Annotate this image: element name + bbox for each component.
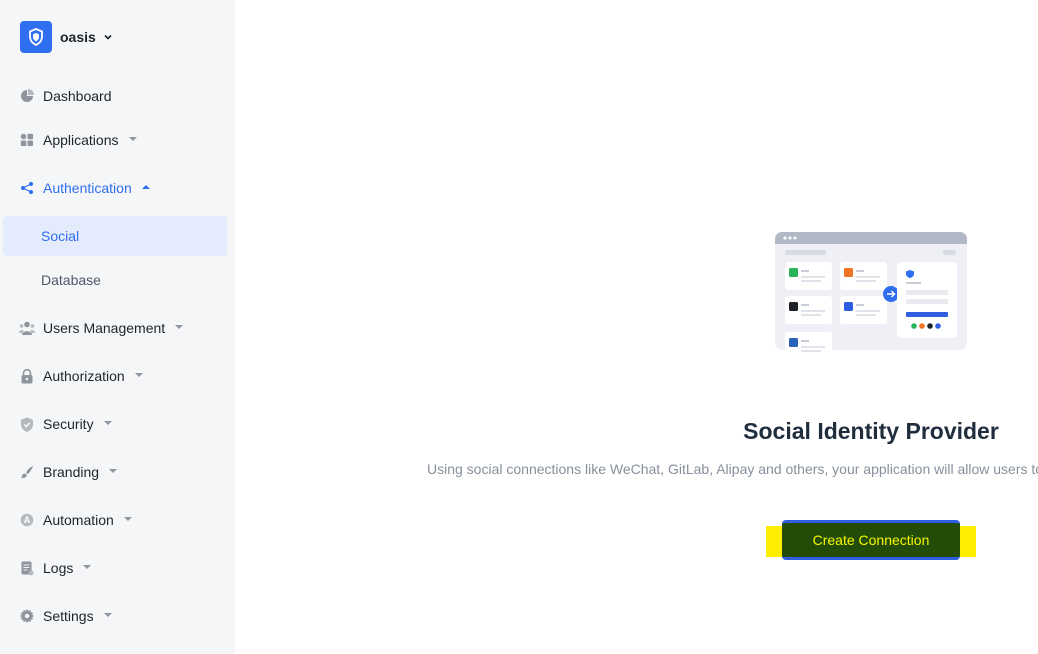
nav-authentication-label: Authentication — [43, 180, 132, 196]
caret-down-icon — [109, 469, 118, 474]
nav-social-label: Social — [41, 228, 80, 244]
svg-text:A: A — [24, 516, 31, 526]
users-icon — [19, 320, 35, 336]
nav-settings-label: Settings — [43, 608, 94, 624]
automation-icon: A — [19, 512, 35, 528]
org-name: oasis — [60, 29, 96, 45]
nav-logs[interactable]: Logs — [0, 548, 235, 588]
caret-down-icon — [83, 565, 92, 570]
nav-dashboard[interactable]: Dashboard — [0, 76, 235, 116]
grid-icon — [19, 132, 35, 148]
sidebar: oasis Dashboard Applications Authenticat… — [0, 0, 235, 654]
caret-down-icon — [103, 613, 112, 618]
caret-down-icon — [175, 325, 184, 330]
page-title: Social Identity Provider — [743, 418, 999, 444]
nav-database[interactable]: Database — [3, 260, 227, 300]
nav-security-label: Security — [43, 416, 94, 432]
nav-authorization-label: Authorization — [43, 368, 125, 384]
nav-dashboard-label: Dashboard — [43, 88, 112, 104]
lock-icon — [19, 368, 35, 384]
nav-settings[interactable]: Settings — [0, 596, 235, 636]
shield-logo-icon — [20, 21, 52, 53]
chevron-down-icon — [102, 31, 114, 43]
nav-database-label: Database — [41, 272, 101, 288]
nav-authorization[interactable]: Authorization — [0, 356, 235, 396]
caret-down-icon — [134, 373, 143, 378]
nav-users-management-label: Users Management — [43, 320, 166, 336]
caret-down-icon — [103, 421, 112, 426]
nav-automation[interactable]: A Automation — [0, 500, 235, 540]
gear-icon — [19, 608, 35, 624]
share-icon — [19, 180, 35, 196]
social-providers-illustration — [775, 232, 968, 364]
nav-automation-label: Automation — [43, 512, 114, 528]
page-description: Using social connections like WeChat, Gi… — [427, 461, 1038, 477]
document-icon — [19, 560, 35, 576]
nav-authentication[interactable]: Authentication — [0, 168, 235, 208]
nav-security[interactable]: Security — [0, 404, 235, 444]
caret-up-icon — [141, 185, 150, 190]
brush-icon — [19, 464, 35, 480]
nav-branding-label: Branding — [43, 464, 100, 480]
shield-check-icon — [19, 416, 35, 432]
nav-branding[interactable]: Branding — [0, 452, 235, 492]
pie-chart-icon — [19, 88, 35, 104]
nav-logs-label: Logs — [43, 560, 74, 576]
nav-social[interactable]: Social — [3, 216, 227, 256]
caret-down-icon — [123, 517, 132, 522]
nav-applications-label: Applications — [43, 132, 119, 148]
nav-users-management[interactable]: Users Management — [0, 308, 235, 348]
nav-applications[interactable]: Applications — [0, 120, 235, 160]
create-connection-button[interactable]: Create Connection — [782, 520, 960, 560]
org-switcher[interactable]: oasis — [20, 21, 114, 53]
caret-down-icon — [128, 137, 137, 142]
